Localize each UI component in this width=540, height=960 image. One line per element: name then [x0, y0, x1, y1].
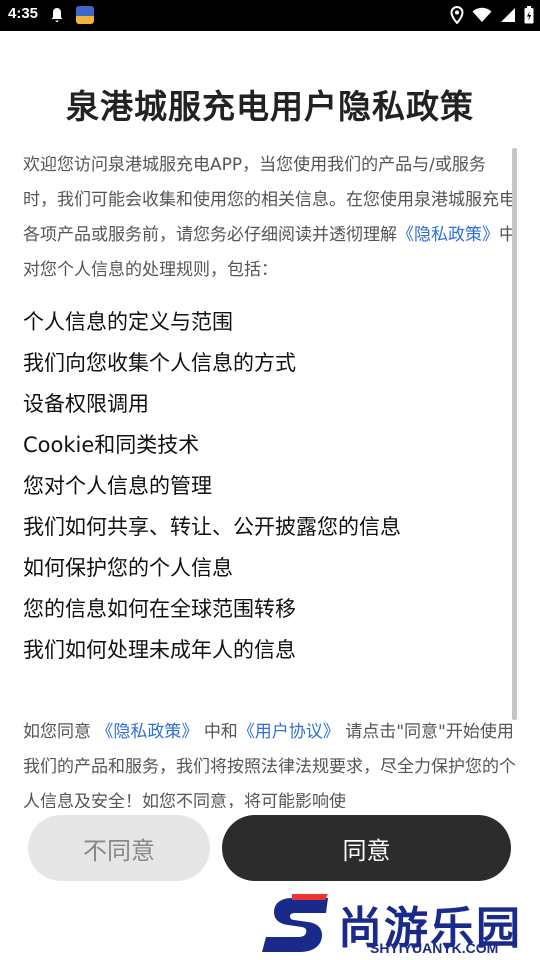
status-bar: 4:35: [0, 0, 540, 31]
intro-paragraph: 欢迎您访问泉港城服充电APP，当您使用我们的产品与/或服务时，我们可能会收集和使…: [23, 148, 519, 288]
list-item: 您对个人信息的管理: [23, 474, 212, 498]
wifi-icon: [472, 7, 492, 22]
outro-text-middle: 中和: [203, 722, 238, 742]
battery-icon: [524, 6, 534, 24]
signal-icon: [501, 8, 515, 22]
page-title: 泉港城服充电用户隐私政策: [66, 87, 474, 126]
watermark-logo-icon: [262, 894, 328, 952]
list-item: 您的信息如何在全球范围转移: [23, 597, 296, 621]
outro-paragraph: 如您同意 《隐私政策》 中和《用户协议》 请点击"同意"开始使用我们的产品和服务…: [23, 715, 519, 808]
outro-text: 如您同意: [23, 722, 91, 742]
list-item: 我们向您收集个人信息的方式: [23, 351, 296, 375]
list-item: 我们如何共享、转让、公开披露您的信息: [23, 515, 401, 539]
list-item: Cookie和同类技术: [23, 433, 200, 457]
location-icon: [450, 6, 464, 24]
watermark-url: SHYIYUANYK.COM: [370, 940, 499, 956]
scrollbar[interactable]: [512, 148, 517, 720]
privacy-policy-link-2[interactable]: 《隐私政策》: [96, 722, 198, 742]
status-icons: [450, 6, 534, 24]
privacy-policy-link[interactable]: 《隐私政策》: [397, 225, 499, 245]
list-item: 如何保护您的个人信息: [23, 556, 233, 580]
notification-bell-icon: [50, 7, 64, 27]
list-item: 个人信息的定义与范围: [23, 310, 233, 334]
app-notification-icon: [76, 6, 94, 24]
user-agreement-link[interactable]: 《用户协议》: [238, 722, 340, 742]
list-item: 我们如何处理未成年人的信息: [23, 638, 296, 662]
disagree-button[interactable]: 不同意: [28, 815, 210, 881]
policy-scroll-area[interactable]: 欢迎您访问泉港城服充电APP，当您使用我们的产品与/或服务时，我们可能会收集和使…: [23, 148, 519, 808]
agree-button[interactable]: 同意: [222, 815, 511, 881]
list-item: 设备权限调用: [23, 392, 149, 416]
policy-topic-list: 个人信息的定义与范围 我们向您收集个人信息的方式 设备权限调用 Cookie和同…: [23, 302, 519, 671]
status-time: 4:35: [8, 5, 39, 22]
watermark: 尚游乐园 SHYIYUANYK.COM: [262, 892, 540, 960]
